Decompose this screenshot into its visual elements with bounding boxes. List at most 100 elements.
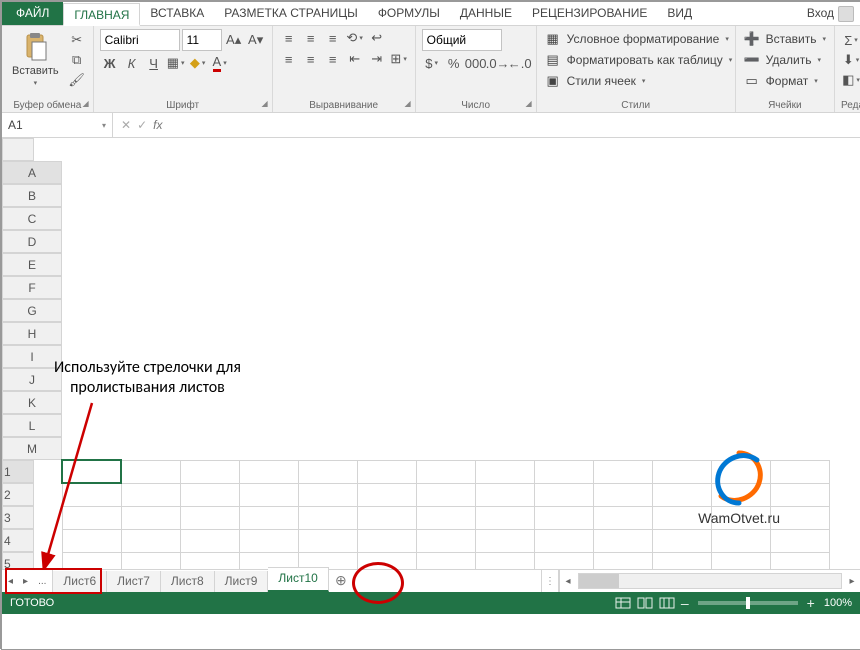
accounting-format-button[interactable]: $ (422, 54, 442, 72)
zoom-level[interactable]: 100% (824, 597, 852, 609)
cell[interactable] (475, 506, 534, 529)
column-header[interactable]: C (2, 207, 62, 230)
align-top-button[interactable]: ≡ (279, 29, 299, 47)
cell[interactable] (180, 483, 239, 506)
cell[interactable] (357, 460, 416, 483)
cell[interactable] (475, 529, 534, 552)
cell[interactable] (180, 529, 239, 552)
align-right-button[interactable]: ≡ (323, 50, 343, 68)
autosum-button[interactable]: Σ (841, 31, 860, 49)
cell[interactable] (239, 460, 298, 483)
cell[interactable] (770, 529, 829, 552)
cell[interactable] (534, 506, 593, 529)
align-middle-button[interactable]: ≡ (301, 29, 321, 47)
enter-formula-icon[interactable]: ✓ (137, 118, 147, 132)
tab-file[interactable]: ФАЙЛ (2, 2, 63, 25)
cell[interactable] (121, 552, 180, 569)
row-header[interactable]: 4 (2, 529, 34, 552)
cut-button[interactable]: ✂ (67, 31, 87, 49)
percent-button[interactable]: % (444, 54, 464, 72)
italic-button[interactable]: К (122, 54, 142, 72)
cell[interactable] (534, 529, 593, 552)
cell[interactable] (475, 483, 534, 506)
format-as-table-button[interactable]: ▤Форматировать как таблицу▾ (543, 50, 735, 70)
increase-decimal-button[interactable]: .0→ (488, 54, 508, 72)
increase-font-button[interactable]: A▴ (224, 31, 244, 49)
row-header[interactable]: 5 (2, 552, 34, 569)
column-header[interactable]: G (2, 299, 62, 322)
cell[interactable] (357, 529, 416, 552)
paste-button[interactable]: Вставить ▾ (8, 29, 63, 89)
bold-button[interactable]: Ж (100, 54, 120, 72)
tab-data[interactable]: ДАННЫЕ (450, 2, 522, 25)
cell[interactable] (121, 460, 180, 483)
cell[interactable] (298, 506, 357, 529)
cell[interactable] (298, 529, 357, 552)
view-page-layout-button[interactable] (637, 597, 653, 609)
font-size-select[interactable] (182, 29, 222, 51)
column-header[interactable]: E (2, 253, 62, 276)
column-header[interactable]: B (2, 184, 62, 207)
cancel-formula-icon[interactable]: ✕ (121, 118, 131, 132)
sheet-scroll-more-button[interactable]: ... (36, 576, 48, 587)
column-header[interactable]: H (2, 322, 62, 345)
increase-indent-button[interactable]: ⇥ (367, 50, 387, 68)
cell[interactable] (711, 529, 770, 552)
cell-styles-button[interactable]: ▣Стили ячеек▾ (543, 71, 648, 91)
cell[interactable] (62, 460, 121, 483)
tab-formulas[interactable]: ФОРМУЛЫ (368, 2, 450, 25)
cell[interactable] (357, 552, 416, 569)
cell[interactable] (357, 483, 416, 506)
decrease-indent-button[interactable]: ⇤ (345, 50, 365, 68)
cell[interactable] (534, 460, 593, 483)
cell[interactable] (593, 506, 652, 529)
tab-view[interactable]: ВИД (657, 2, 702, 25)
tab-home[interactable]: ГЛАВНАЯ (63, 3, 140, 26)
name-box[interactable]: A1▾ (2, 113, 113, 137)
cell[interactable] (357, 506, 416, 529)
tab-layout[interactable]: РАЗМЕТКА СТРАНИЦЫ (214, 2, 368, 25)
decrease-decimal-button[interactable]: ←.0 (510, 54, 530, 72)
number-format-select[interactable] (422, 29, 502, 51)
row-header[interactable]: 2 (2, 483, 34, 506)
cell[interactable] (593, 460, 652, 483)
tab-review[interactable]: РЕЦЕНЗИРОВАНИЕ (522, 2, 657, 25)
cell[interactable] (298, 483, 357, 506)
align-bottom-button[interactable]: ≡ (323, 29, 343, 47)
format-painter-button[interactable]: 🖌 (67, 71, 87, 89)
cell[interactable] (239, 529, 298, 552)
column-header[interactable]: A (2, 161, 62, 184)
cell[interactable] (593, 529, 652, 552)
cell[interactable] (62, 552, 121, 569)
column-header[interactable]: K (2, 391, 62, 414)
cell[interactable] (62, 506, 121, 529)
conditional-formatting-button[interactable]: ▦Условное форматирование▾ (543, 29, 731, 49)
merge-button[interactable]: ⊞ (389, 50, 409, 68)
align-center-button[interactable]: ≡ (301, 50, 321, 68)
cell[interactable] (593, 483, 652, 506)
cell[interactable] (121, 483, 180, 506)
column-header[interactable]: J (2, 368, 62, 391)
orientation-button[interactable]: ⟲ (345, 29, 365, 47)
font-name-select[interactable] (100, 29, 180, 51)
sheet-scroll-left-button[interactable]: ◂ (6, 576, 15, 587)
row-header[interactable]: 3 (2, 506, 34, 529)
cell[interactable] (711, 552, 770, 569)
worksheet-grid[interactable]: ABCDEFGHIJKLM123456789101112131415161718… (2, 138, 860, 569)
insert-cells-button[interactable]: ➕Вставить▾ (742, 29, 828, 49)
column-header[interactable]: L (2, 414, 62, 437)
cell[interactable] (475, 552, 534, 569)
cell[interactable] (416, 529, 475, 552)
column-header[interactable]: F (2, 276, 62, 299)
format-cells-button[interactable]: ▭Формат▾ (742, 71, 820, 91)
view-normal-button[interactable] (615, 597, 631, 609)
horizontal-scrollbar[interactable]: ◂▸ (559, 570, 860, 592)
cell[interactable] (652, 529, 711, 552)
sheet-scroll-right-button[interactable]: ▸ (21, 576, 30, 587)
cell[interactable] (534, 483, 593, 506)
clear-button[interactable]: ◧ (841, 71, 860, 89)
font-color-button[interactable]: A (210, 54, 230, 72)
decrease-font-button[interactable]: A▾ (246, 31, 266, 49)
cell[interactable] (180, 506, 239, 529)
fx-icon[interactable]: fx (153, 118, 162, 132)
